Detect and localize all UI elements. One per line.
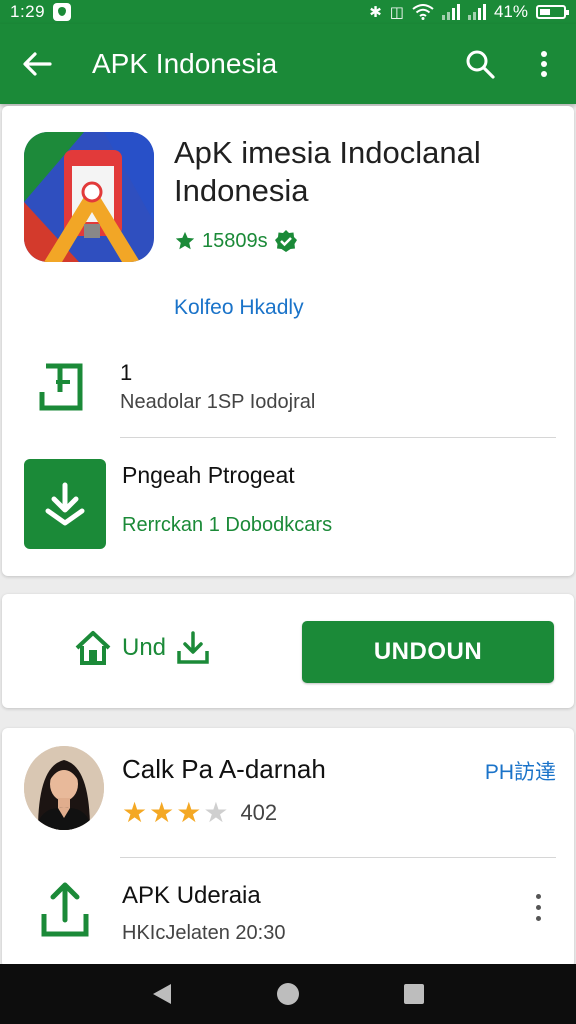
nav-recents-icon[interactable] — [403, 983, 425, 1005]
arrow-left-icon — [23, 52, 52, 76]
update-row-icon — [38, 882, 92, 940]
developer-link[interactable]: Kolfeo Hkadly — [174, 296, 304, 320]
app-logo-graphic — [24, 132, 154, 262]
info-row-2-title: Pngeah Ptrogeat — [122, 462, 295, 488]
shield-icon — [53, 3, 72, 21]
nfc-icon: ✱ — [369, 3, 382, 21]
system-nav-bar — [0, 964, 576, 1024]
battery-percent: 41% — [493, 2, 528, 21]
info-row-1-subtitle: Neadolar 1SP Iodojral — [120, 391, 316, 413]
reviewer-avatar[interactable] — [24, 746, 104, 830]
app-name: ApK imesia Indoclanal Indonesia — [174, 135, 481, 208]
rating-value: 15809s — [202, 229, 268, 252]
info-row-2-subtitle[interactable]: Rerrckan 1 Dobodkcars — [122, 514, 332, 537]
back-button[interactable] — [0, 24, 74, 104]
update-row-title: APK Uderaia — [122, 882, 261, 909]
review-count: 402 — [240, 799, 278, 825]
status-bar: 1:29 ✱ ◫ 41% — [0, 0, 576, 24]
avatar-portrait — [24, 746, 104, 830]
divider — [120, 437, 556, 438]
signal-icon — [441, 4, 460, 20]
home-icon — [75, 631, 111, 665]
app-icon[interactable] — [24, 132, 154, 262]
update-row-more-button[interactable] — [528, 890, 548, 924]
review-stars: ★ ★ ★ ★ 402 — [122, 796, 277, 829]
download-tile[interactable] — [24, 459, 106, 549]
app-rating: 15809s — [174, 229, 298, 253]
download-tray-icon — [177, 631, 209, 664]
nav-home-icon[interactable] — [276, 982, 300, 1006]
more-vert-icon — [541, 51, 547, 77]
info-row-1-icon — [36, 362, 92, 414]
reviewer-badge[interactable]: PH訪達 — [485, 756, 556, 786]
info-row-1-title: 1 — [120, 360, 133, 385]
nav-back-icon[interactable] — [151, 982, 173, 1006]
app-bar: APK Indonesia — [0, 24, 576, 104]
star-empty-icon: ★ — [203, 797, 229, 828]
star-icon: ★ — [149, 797, 175, 828]
search-icon — [466, 50, 495, 79]
update-row-subtitle: HKIcJelaten 20:30 — [122, 922, 286, 944]
app-bar-title: APK Indonesia — [92, 48, 278, 79]
share-icon — [41, 882, 89, 937]
divider — [120, 857, 556, 858]
star-icon: ★ — [122, 797, 148, 828]
star-icon — [175, 231, 195, 250]
download-icon — [45, 482, 85, 526]
secondary-install-label: Und — [122, 634, 167, 661]
install-button[interactable]: UNDOUN — [302, 621, 554, 683]
more-options-button[interactable] — [512, 24, 576, 104]
secondary-install-button[interactable]: Und — [74, 630, 210, 666]
wifi-icon — [412, 4, 434, 20]
reviewer-name: Calk Pa A-darnah — [122, 754, 326, 784]
verified-badge-icon — [274, 230, 297, 252]
signal-icon-2 — [467, 4, 486, 20]
battery-icon — [536, 5, 569, 19]
document-icon — [39, 363, 83, 411]
search-button[interactable] — [448, 24, 512, 104]
star-icon: ★ — [176, 797, 202, 828]
vibrate-icon: ◫ — [389, 3, 404, 21]
status-time: 1:29 — [10, 2, 46, 21]
